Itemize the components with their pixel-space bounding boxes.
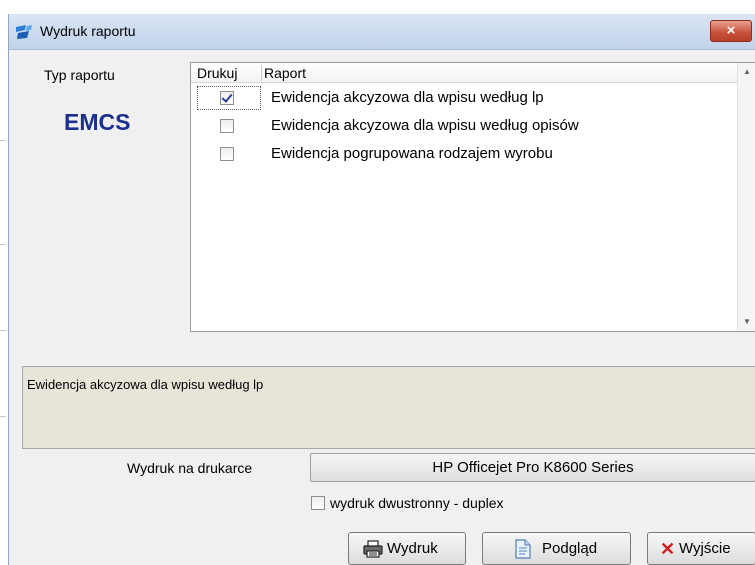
report-type-value: EMCS — [64, 109, 131, 135]
print-button[interactable]: Wydruk — [348, 532, 466, 565]
list-header: Drukuj Raport — [191, 63, 737, 83]
exit-button[interactable]: ✕ Wyjście — [647, 532, 755, 565]
duplex-label[interactable]: wydruk dwustronny - duplex — [330, 495, 504, 511]
scroll-up-icon[interactable]: ▲ — [738, 63, 755, 81]
print-checkbox[interactable] — [220, 147, 234, 161]
app-logo-icon — [15, 24, 33, 40]
close-button[interactable]: × — [710, 20, 752, 42]
printer-label: Wydruk na drukarce — [127, 460, 253, 476]
report-row[interactable]: Ewidencja pogrupowana rodzajem wyrobu — [191, 141, 737, 169]
report-type-label: Typ raportu — [44, 67, 115, 83]
report-description: Ewidencja akcyzowa dla wpisu według lp — [27, 377, 264, 392]
title-bar[interactable]: Wydruk raportu × — [9, 14, 755, 50]
printer-icon — [363, 540, 383, 562]
column-header-drukuj[interactable]: Drukuj — [197, 65, 237, 81]
printer-select-button[interactable]: HP Officejet Pro K8600 Series — [310, 453, 755, 482]
vertical-scrollbar[interactable]: ▲ ▼ — [737, 63, 755, 331]
desktop-edge — [0, 0, 8, 565]
report-name: Ewidencja pogrupowana rodzajem wyrobu — [271, 145, 553, 162]
duplex-checkbox[interactable] — [311, 496, 325, 510]
report-name: Ewidencja akcyzowa dla wpisu według lp — [271, 89, 544, 106]
report-row[interactable]: Ewidencja akcyzowa dla wpisu według opis… — [191, 113, 737, 141]
print-button-label: Wydruk — [387, 540, 438, 557]
column-separator[interactable] — [261, 65, 262, 81]
preview-button[interactable]: Podgląd — [482, 532, 631, 565]
report-list[interactable]: Drukuj Raport Ewidencja akcyzowa dla wpi… — [190, 62, 755, 332]
column-header-raport[interactable]: Raport — [264, 65, 306, 81]
preview-button-label: Podgląd — [542, 540, 598, 557]
report-rows: Ewidencja akcyzowa dla wpisu według lp E… — [191, 85, 737, 169]
x-mark-icon: ✕ — [660, 539, 676, 559]
report-description-box: Ewidencja akcyzowa dla wpisu według lp — [22, 366, 755, 449]
document-preview-icon — [515, 539, 531, 563]
scroll-down-icon[interactable]: ▼ — [738, 313, 755, 331]
report-name: Ewidencja akcyzowa dla wpisu według opis… — [271, 117, 579, 134]
exit-button-label: Wyjście — [679, 540, 731, 557]
print-checkbox[interactable] — [220, 119, 234, 133]
print-checkbox[interactable] — [220, 91, 234, 105]
report-row[interactable]: Ewidencja akcyzowa dla wpisu według lp — [191, 85, 737, 113]
report-print-dialog: Wydruk raportu × Typ raportu EMCS Drukuj… — [8, 14, 755, 565]
window-title: Wydruk raportu — [40, 23, 136, 39]
